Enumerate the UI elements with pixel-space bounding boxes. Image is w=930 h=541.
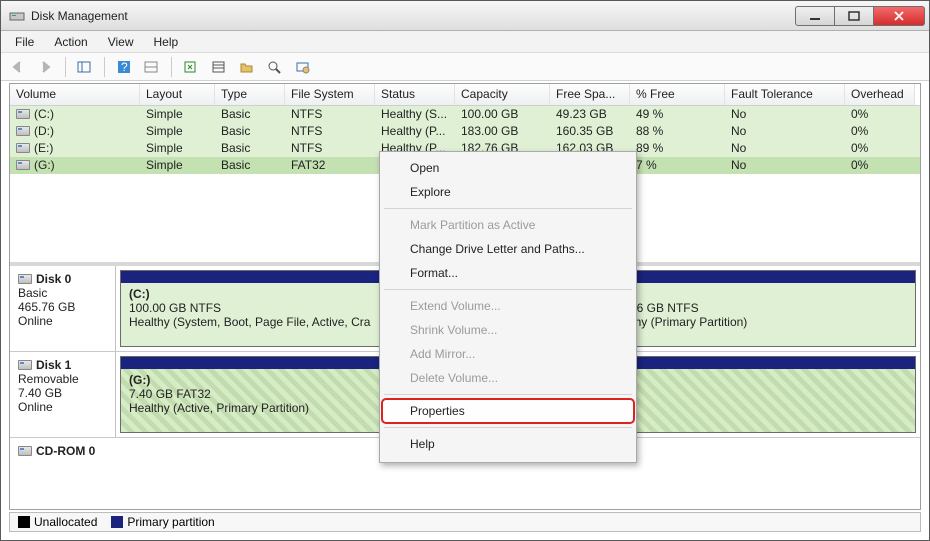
ctx-change-letter[interactable]: Change Drive Letter and Paths... (382, 237, 634, 261)
col-filesystem[interactable]: File System (285, 84, 375, 105)
ctx-extend[interactable]: Extend Volume... (382, 294, 634, 318)
close-button[interactable] (873, 6, 925, 26)
ctx-format[interactable]: Format... (382, 261, 634, 285)
legend-unallocated: Unallocated (18, 515, 97, 529)
minimize-button[interactable] (795, 6, 835, 26)
disk-label[interactable]: Disk 1Removable7.40 GBOnline (10, 352, 116, 437)
svg-text:?: ? (121, 60, 128, 74)
volume-row[interactable]: (D:)SimpleBasicNTFSHealthy (P...183.00 G… (10, 123, 920, 140)
col-overhead[interactable]: Overhead (845, 84, 915, 105)
forward-button[interactable] (35, 56, 57, 78)
toolbar-folder-icon[interactable] (236, 56, 258, 78)
refresh-icon[interactable] (180, 56, 202, 78)
drive-icon (16, 160, 30, 170)
menu-file[interactable]: File (5, 33, 44, 51)
menu-view[interactable]: View (98, 33, 144, 51)
toolbar-panel-icon[interactable] (74, 56, 96, 78)
drive-icon (16, 143, 30, 153)
col-capacity[interactable]: Capacity (455, 84, 550, 105)
col-layout[interactable]: Layout (140, 84, 215, 105)
back-button[interactable] (7, 56, 29, 78)
disk-label[interactable]: Disk 0Basic465.76 GBOnline (10, 266, 116, 351)
drive-icon (16, 109, 30, 119)
ctx-shrink[interactable]: Shrink Volume... (382, 318, 634, 342)
drive-icon (16, 126, 30, 136)
partition[interactable]: (E:)182.76 GB NTFSHealthy (Primary Parti… (598, 270, 916, 347)
ctx-mirror[interactable]: Add Mirror... (382, 342, 634, 366)
menu-help[interactable]: Help (144, 33, 189, 51)
ctx-explore[interactable]: Explore (382, 180, 634, 204)
volume-row[interactable]: (C:)SimpleBasicNTFSHealthy (S...100.00 G… (10, 106, 920, 123)
app-icon (9, 8, 25, 24)
col-status[interactable]: Status (375, 84, 455, 105)
titlebar: Disk Management (1, 1, 929, 31)
disk-management-window: Disk Management File Action View Help ? … (0, 0, 930, 541)
ctx-delete[interactable]: Delete Volume... (382, 366, 634, 390)
window-buttons (796, 6, 925, 26)
col-fault[interactable]: Fault Tolerance (725, 84, 845, 105)
ctx-help[interactable]: Help (382, 432, 634, 456)
drive-icon (18, 274, 32, 284)
toolbar: ? (1, 53, 929, 81)
drive-icon (18, 360, 32, 370)
legend-primary: Primary partition (111, 515, 214, 529)
drive-icon (18, 446, 32, 456)
col-type[interactable]: Type (215, 84, 285, 105)
toolbar-grid-icon[interactable] (141, 56, 163, 78)
col-pct-free[interactable]: % Free (630, 84, 725, 105)
toolbar-search-icon[interactable] (264, 56, 286, 78)
menubar: File Action View Help (1, 31, 929, 53)
ctx-properties[interactable]: Properties (382, 399, 634, 423)
column-headers: Volume Layout Type File System Status Ca… (10, 84, 920, 106)
ctx-mark-active[interactable]: Mark Partition as Active (382, 213, 634, 237)
maximize-button[interactable] (834, 6, 874, 26)
menu-action[interactable]: Action (44, 33, 97, 51)
window-title: Disk Management (31, 9, 128, 23)
col-free[interactable]: Free Spa... (550, 84, 630, 105)
help-icon[interactable]: ? (113, 56, 135, 78)
toolbar-list-icon[interactable] (208, 56, 230, 78)
legend: Unallocated Primary partition (9, 512, 921, 532)
toolbar-settings-icon[interactable] (292, 56, 314, 78)
context-menu: Open Explore Mark Partition as Active Ch… (379, 151, 637, 463)
ctx-open[interactable]: Open (382, 156, 634, 180)
col-volume[interactable]: Volume (10, 84, 140, 105)
